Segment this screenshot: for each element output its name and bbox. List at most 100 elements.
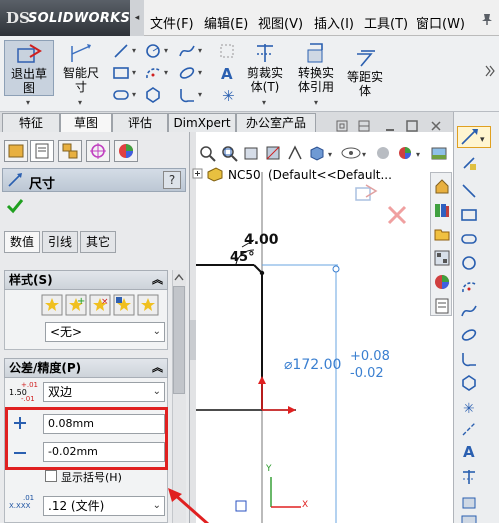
property-manager-tab[interactable]: [30, 140, 54, 162]
precision-combo[interactable]: .12 (文件) ⌄: [43, 496, 165, 516]
vtrim-icon[interactable]: [460, 468, 478, 486]
solidworks-logo[interactable]: DS SOLIDWORKS: [0, 0, 130, 36]
maximize-icon[interactable]: [406, 120, 418, 132]
menu-window[interactable]: 窗口(W): [416, 13, 465, 32]
dimxpert-icon: [90, 143, 106, 159]
vslot-icon[interactable]: [460, 230, 478, 248]
collapse-chevron-icon[interactable]: ︽: [152, 359, 163, 377]
smart-dimension-tool-icon: ▾: [461, 129, 485, 145]
close-icon[interactable]: [430, 120, 442, 132]
construction-geometry-icon[interactable]: [218, 42, 236, 60]
diameter-dimension[interactable]: ⌀172.00: [284, 357, 341, 373]
chamfer-angle-dimension[interactable]: 45°: [230, 250, 255, 265]
vfillet-icon[interactable]: [460, 350, 478, 368]
exit-sketch-caret-icon[interactable]: ▾: [26, 98, 30, 107]
vpolygon-icon[interactable]: [460, 374, 478, 392]
tile-icon[interactable]: [358, 120, 370, 132]
circle-icon[interactable]: [144, 42, 162, 60]
dimxpert-manager-tab[interactable]: [86, 140, 110, 162]
delete-style-icon[interactable]: ×: [89, 294, 111, 316]
vtext-icon[interactable]: A: [460, 442, 478, 460]
rectangle-icon[interactable]: [112, 64, 130, 82]
vline-icon[interactable]: [460, 182, 478, 200]
ellipse-icon[interactable]: [178, 64, 196, 82]
fillet-icon[interactable]: [178, 86, 196, 104]
chevron-right-icon[interactable]: [484, 64, 496, 78]
tab-evaluate[interactable]: 评估: [112, 113, 168, 132]
vspline-icon[interactable]: [460, 302, 478, 320]
add-style-icon[interactable]: +: [65, 294, 87, 316]
subtab-other[interactable]: 其它: [80, 231, 116, 253]
menu-tools[interactable]: 工具(T): [364, 13, 408, 32]
tab-features[interactable]: 特征: [2, 113, 60, 132]
apply-style-icon[interactable]: [41, 294, 63, 316]
polygon-icon[interactable]: [144, 86, 162, 104]
help-button[interactable]: ?: [163, 171, 181, 189]
trim-caret-icon[interactable]: ▾: [262, 98, 266, 107]
style-combo[interactable]: <无> ⌄: [45, 322, 165, 342]
appearance-icon: [119, 144, 133, 158]
vcenterline-icon[interactable]: [460, 420, 478, 438]
tab-dimxpert[interactable]: DimXpert: [168, 113, 236, 132]
save-style-icon[interactable]: [113, 294, 135, 316]
menu-edit[interactable]: 编辑(E): [204, 13, 248, 32]
subtab-leader[interactable]: 引线: [42, 231, 78, 253]
tolerance-group-header[interactable]: 公差/精度(P) ︽: [4, 358, 168, 378]
trim-entities-button[interactable]: 剪裁实 体(T): [242, 40, 288, 96]
smart-dimension-caret-icon[interactable]: ▾: [78, 98, 82, 107]
menu-view[interactable]: 视图(V): [258, 13, 303, 32]
menu-insert[interactable]: 插入(I): [314, 13, 354, 32]
vpoint-icon[interactable]: ✳: [460, 398, 478, 416]
display-manager-tab[interactable]: [114, 140, 138, 162]
subtab-value[interactable]: 数值: [4, 231, 40, 253]
text-icon[interactable]: A: [218, 64, 236, 82]
ds-logo-icon: DS: [6, 9, 30, 27]
command-ribbon: 退出草 图 ▾ 智能尺 寸 ▾ ▾ ▾ ▾ ▾ ▾ ▾ A ▾ ▾ ✳ 剪裁实: [0, 36, 499, 112]
slot-icon[interactable]: [112, 86, 130, 104]
tolerance-type-combo[interactable]: 双边 ⌄: [43, 382, 165, 402]
upper-tolerance-display: +0.08: [350, 349, 390, 364]
smart-dimension-button[interactable]: 智能尺 寸: [58, 40, 104, 96]
scroll-up-icon[interactable]: [174, 272, 184, 282]
tab-office-products[interactable]: 办公室产品: [236, 113, 316, 132]
rapid-sketch-icon[interactable]: [460, 154, 478, 172]
convert-entities-icon: [307, 43, 323, 63]
tab-sketch[interactable]: 草图: [60, 113, 112, 133]
menu-collapse-arrow-icon[interactable]: ◂: [130, 0, 144, 36]
svg-text:A: A: [463, 443, 475, 460]
scrollbar-thumb[interactable]: [173, 286, 185, 394]
voffset-icon[interactable]: [460, 514, 478, 523]
vrectangle-icon[interactable]: [460, 206, 478, 224]
varc-icon[interactable]: [460, 278, 478, 296]
show-parentheses-checkbox[interactable]: [45, 470, 57, 482]
exit-sketch-button[interactable]: 退出草 图: [4, 40, 54, 96]
sketch-vertical-toolbar: ▾ ✳ A: [453, 112, 499, 523]
smart-dimension-tool[interactable]: ▾: [457, 126, 491, 148]
show-parentheses-label: 显示括号(H): [61, 471, 122, 484]
arc-icon[interactable]: [144, 64, 162, 82]
configuration-manager-tab[interactable]: [58, 140, 82, 162]
checkmark-icon[interactable]: [6, 198, 24, 214]
vellipse-icon[interactable]: [460, 326, 478, 344]
convert-caret-icon[interactable]: ▾: [314, 98, 318, 107]
convert-entities-button[interactable]: 转换实 体引用: [292, 40, 340, 96]
vconvert-icon[interactable]: [460, 492, 478, 510]
pin-icon[interactable]: [480, 12, 494, 26]
spline-icon[interactable]: [178, 42, 196, 60]
menu-file[interactable]: 文件(F): [150, 13, 194, 32]
point-icon[interactable]: ✳: [218, 86, 236, 104]
vcircle-icon[interactable]: [460, 254, 478, 272]
svg-text:+: +: [77, 296, 85, 307]
feature-manager-tab[interactable]: [4, 140, 28, 162]
dimension-icon: [8, 173, 22, 187]
offset-entities-button[interactable]: 等距实 体: [342, 50, 388, 98]
restore-icon[interactable]: [336, 120, 348, 132]
line-icon[interactable]: [112, 42, 130, 60]
chamfer-length-dimension[interactable]: 4.00: [244, 232, 279, 248]
load-style-icon[interactable]: [137, 294, 159, 316]
trim-entities-icon: [257, 44, 273, 62]
minimize-icon[interactable]: [384, 120, 396, 132]
style-group-header[interactable]: 样式(S) ︽: [4, 270, 168, 290]
command-tabs: 特征 草图 评估 DimXpert 办公室产品: [0, 112, 320, 133]
collapse-chevron-icon[interactable]: ︽: [152, 271, 163, 289]
